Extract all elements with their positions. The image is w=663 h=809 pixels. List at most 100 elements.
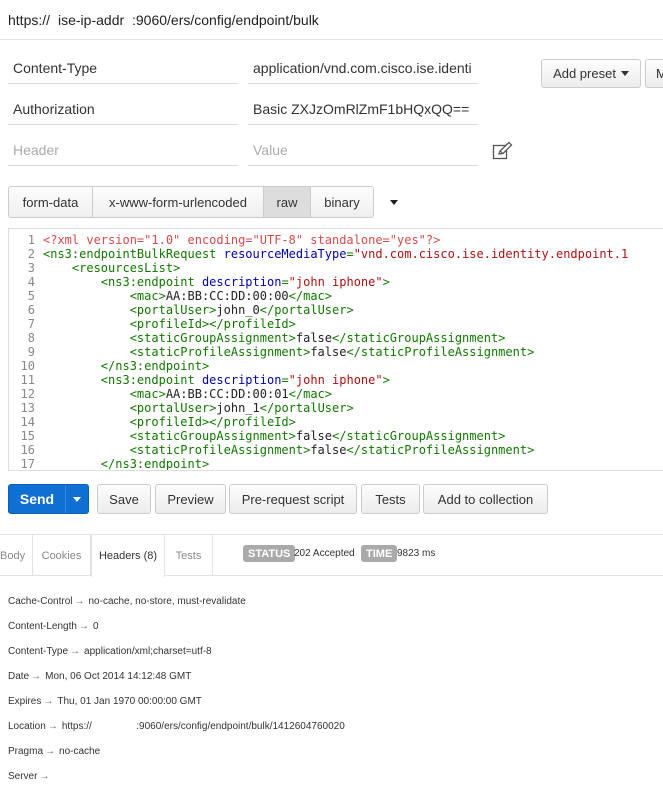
arrow-right-icon: →: [39, 771, 50, 782]
code-line: 8 <staticGroupAssignment>false</staticGr…: [9, 331, 628, 345]
code-text: <staticGroupAssignment>false</staticGrou…: [129, 429, 506, 443]
status-label-badge: STATUS: [243, 545, 296, 562]
caret-down-icon: [73, 496, 81, 502]
code-text: <ns3:endpointBulkRequest resourceMediaTy…: [43, 247, 629, 261]
line-number: 13: [20, 401, 35, 415]
code-text: <staticGroupAssignment>false</staticGrou…: [129, 331, 506, 345]
new-header-key-input[interactable]: Header: [8, 136, 238, 166]
line-number: 6: [27, 303, 35, 317]
response-header-key: Date: [8, 671, 30, 682]
manage-presets-button[interactable]: M: [645, 59, 663, 88]
code-line: 6 <portalUser>john_0</portalUser>: [9, 303, 628, 317]
code-text: <portalUser>john_0</portalUser>: [129, 303, 354, 317]
add-preset-label: Add preset: [553, 66, 616, 81]
response-header-row: Location → https:// :9060/ers/config/endpo…: [8, 721, 345, 732]
line-number: 4: [27, 275, 35, 289]
code-line: 1 <?xml version="1.0" encoding="UTF-8" st…: [9, 233, 628, 247]
url-bar[interactable]: https:// ise-ip-addr :9060/ers/config/en…: [0, 0, 663, 40]
line-number: 7: [27, 317, 35, 331]
code-line: 4 <ns3:endpoint description="john iphone…: [9, 275, 628, 289]
code-text: </ns3:endpoint>: [100, 457, 210, 471]
response-tab-cookies[interactable]: Cookies: [33, 535, 91, 576]
response-header-row: Cache-Control → no-cache, no-store, must-r…: [8, 596, 246, 607]
pre-request-script-button[interactable]: Pre-request script: [229, 484, 357, 514]
tab-form-data[interactable]: form-data: [9, 187, 93, 217]
line-number: 2: [27, 247, 35, 261]
status-value: 202 Accepted: [294, 548, 355, 559]
header-value-field[interactable]: Basic ZXJzOmRlZmF1bHQxQQ==: [248, 95, 478, 125]
line-number: 5: [27, 289, 35, 303]
code-text: <profileId></profileId>: [129, 317, 296, 331]
code-line: 15 <staticGroupAssignment>false</staticG…: [9, 429, 628, 443]
caret-down-icon: [390, 199, 398, 205]
caret-down-icon: [620, 71, 629, 76]
code-line: 13 <portalUser>john_1</portalUser>: [9, 401, 628, 415]
code-line: 7 <profileId></profileId>: [9, 317, 628, 331]
response-header-row: Content-Length → 0: [8, 621, 99, 632]
code-line: 10 </ns3:endpoint>: [9, 359, 628, 373]
line-number: 16: [20, 443, 35, 457]
code-text: <ns3:endpoint description="john iphone">: [100, 373, 390, 387]
header-value-field[interactable]: application/vnd.com.cisco.ise.identi: [248, 54, 478, 84]
code-text: <staticProfileAssignment>false</staticPr…: [129, 443, 535, 457]
url-scheme: https://: [8, 12, 51, 28]
response-header-value: no-cache, no-store, must-revalidate: [88, 596, 246, 607]
response-tab-headers[interactable]: Headers (8): [91, 535, 165, 577]
response-tab-body-label: Body: [0, 549, 26, 562]
line-number: 14: [20, 415, 35, 429]
arrow-right-icon: →: [31, 671, 42, 682]
code-line: 17 </ns3:endpoint>: [9, 457, 628, 471]
time-value: 9823 ms: [397, 548, 436, 559]
new-header-value-input[interactable]: Value: [248, 136, 478, 166]
line-number: 10: [20, 359, 35, 373]
response-header-value: application/xml;charset=utf-8: [84, 646, 212, 657]
tab-binary[interactable]: binary: [311, 187, 373, 217]
url-host: ise-ip-addr: [58, 12, 125, 28]
code-text: <?xml version="1.0" encoding="UTF-8" sta…: [43, 233, 441, 247]
tab-x-www-form-urlencoded[interactable]: x-www-form-urlencoded: [93, 187, 264, 217]
code-text: </ns3:endpoint>: [100, 359, 210, 373]
code-text: <portalUser>john_1</portalUser>: [129, 401, 354, 415]
code-text: <resourcesList>: [71, 261, 181, 275]
line-number: 3: [27, 261, 35, 275]
code-text: <mac>AA:BB:CC:DD:00:01</mac>: [129, 387, 333, 401]
save-button[interactable]: Save: [97, 484, 151, 514]
response-header-value: no-cache: [59, 746, 101, 757]
code-text: <ns3:endpoint description="john iphone">: [100, 275, 390, 289]
response-header-row: Pragma → no-cache: [8, 746, 100, 757]
response-header-value: https:// :9060/ers/config/endpoint/bulk/…: [61, 721, 345, 732]
edit-icon[interactable]: [492, 141, 514, 161]
add-preset-button[interactable]: Add preset: [541, 59, 641, 88]
code-text: <staticProfileAssignment>false</staticPr…: [129, 345, 535, 359]
code-text: <mac>AA:BB:CC:DD:00:00</mac>: [129, 289, 333, 303]
response-header-value: Mon, 06 Oct 2014 14:12:48 GMT: [45, 671, 192, 682]
send-label: Send: [19, 491, 55, 507]
arrow-right-icon: →: [70, 646, 81, 657]
preview-button[interactable]: Preview: [155, 484, 226, 514]
response-tab-body[interactable]: Body: [0, 535, 33, 576]
arrow-right-icon: →: [78, 621, 89, 632]
tab-raw[interactable]: raw: [264, 187, 311, 217]
tests-button[interactable]: Tests: [361, 484, 420, 514]
code-line: 14 <profileId></profileId>: [9, 415, 628, 429]
body-type-tabs: form-data x-www-form-urlencoded raw bina…: [8, 186, 374, 218]
line-number: 1: [27, 233, 35, 247]
header-key-field[interactable]: Authorization: [8, 95, 238, 125]
code-text: <profileId></profileId>: [129, 415, 296, 429]
add-to-collection-button[interactable]: Add to collection: [423, 484, 548, 514]
response-header-key: Cache-Control: [8, 596, 73, 607]
raw-format-dropdown[interactable]: [386, 194, 402, 210]
url-path: :9060/ers/config/endpoint/bulk: [132, 12, 319, 28]
code-editor[interactable]: 1 <?xml version="1.0" encoding="UTF-8" st…: [8, 228, 663, 471]
arrow-right-icon: →: [47, 721, 58, 732]
line-number: 12: [20, 387, 35, 401]
code-line: 11 <ns3:endpoint description="john iphon…: [9, 373, 628, 387]
response-header-key: Expires: [8, 696, 42, 707]
response-tab-tests[interactable]: Tests: [165, 535, 213, 576]
code-line: 3 <resourcesList>: [9, 261, 628, 275]
line-number: 9: [27, 345, 35, 359]
arrow-right-icon: →: [45, 746, 56, 757]
send-options-dropdown[interactable]: [65, 485, 88, 513]
header-key-field[interactable]: Content-Type: [8, 54, 238, 84]
send-button[interactable]: Send: [8, 484, 89, 514]
